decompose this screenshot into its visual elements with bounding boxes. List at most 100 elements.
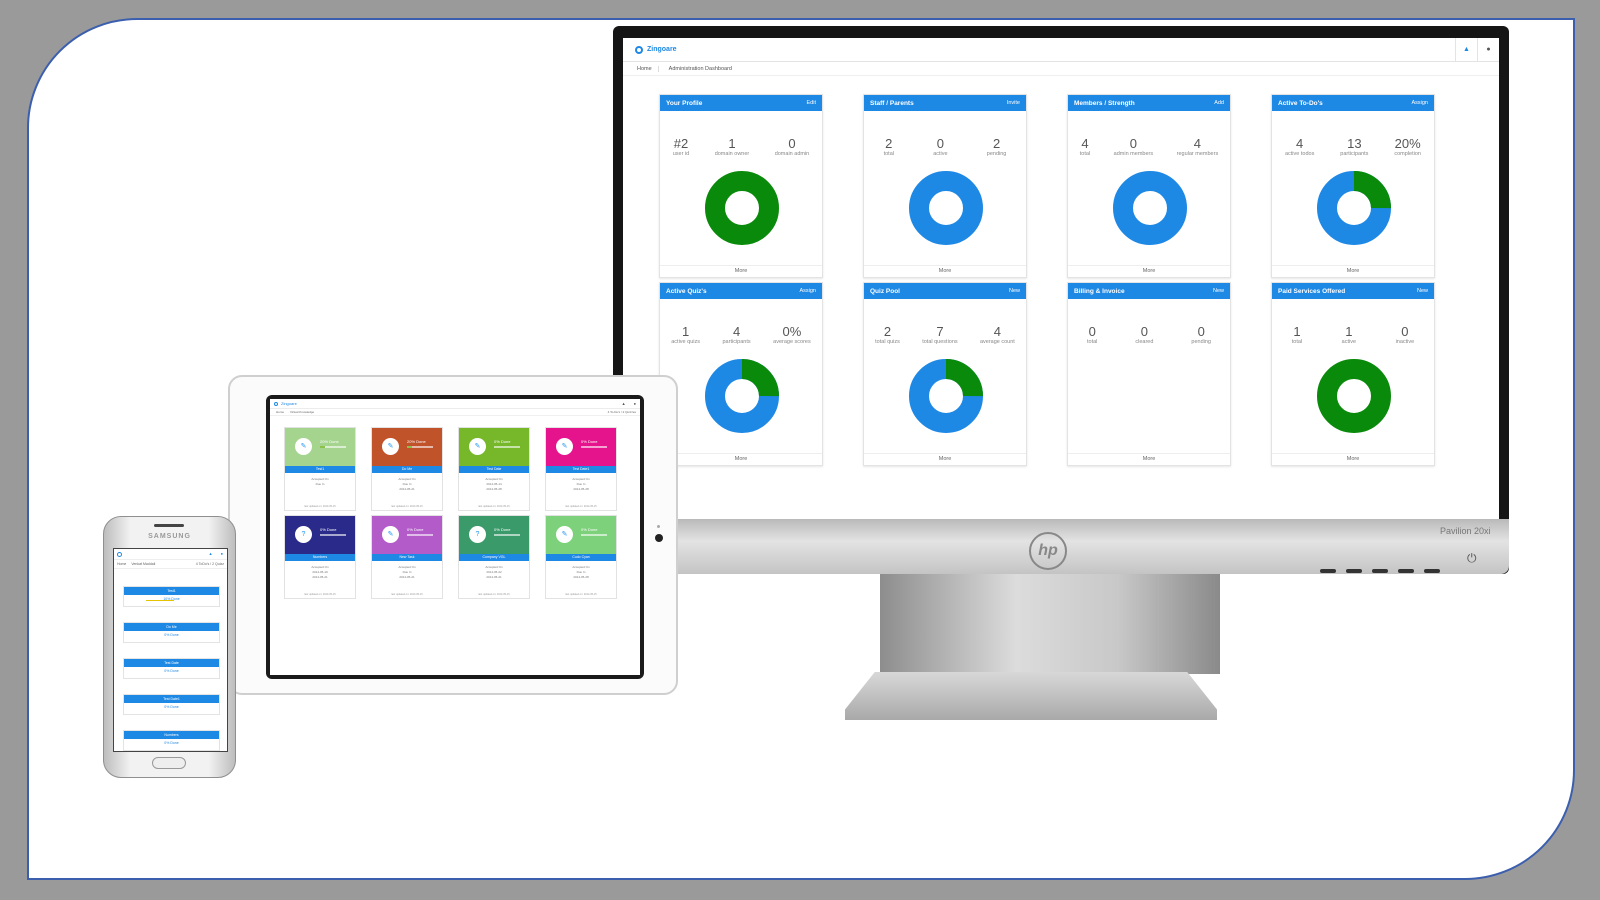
todo-progress-text: 0% Done xyxy=(164,705,179,709)
todo-name[interactable]: Test Date xyxy=(124,659,219,667)
breadcrumb-home[interactable]: Home xyxy=(637,65,659,72)
todo-card-banner: ? 0% Done xyxy=(459,516,529,554)
todo-list-item[interactable]: Do Me 0% Done xyxy=(123,622,220,643)
stat: 0 cleared xyxy=(1135,325,1153,346)
card-more-link[interactable]: More xyxy=(864,453,1026,462)
stat-value: 20% xyxy=(1394,136,1421,151)
stat-value: 0 xyxy=(788,136,796,151)
todo-card-banner: ✎ 20% Done xyxy=(372,428,442,466)
breadcrumb-home[interactable]: Home xyxy=(117,562,126,566)
stat-label: active xyxy=(933,151,948,157)
todo-card-banner: ✎ 0% Done xyxy=(546,516,616,554)
todo-list-item[interactable]: Test110% Done xyxy=(123,586,220,607)
monitor-button[interactable] xyxy=(1320,569,1336,573)
todo-card[interactable]: ✎ 20% Done Do Me Accepted On Due In 2014-05-2… xyxy=(371,427,443,511)
stat-value: 0% xyxy=(782,324,802,339)
app-logo-icon xyxy=(274,401,278,406)
stat-value: 7 xyxy=(936,324,944,339)
todo-name[interactable]: Test Date xyxy=(459,466,529,473)
todo-name[interactable]: Numbers xyxy=(285,554,355,561)
todo-card[interactable]: ? 0% Done Company VGL Accepted On 2014-05-22… xyxy=(458,515,530,599)
card-more-link[interactable]: More xyxy=(1068,453,1230,462)
tablet-home-button[interactable] xyxy=(655,534,663,542)
stat-label: user id xyxy=(672,151,690,157)
todo-name[interactable]: Test Date1 xyxy=(124,695,219,703)
todo-list-item[interactable]: Test Date 0% Done xyxy=(123,658,220,679)
todo-name[interactable]: Do Me xyxy=(372,466,442,473)
monitor-button[interactable] xyxy=(1372,569,1388,573)
card-action-button[interactable]: Assign xyxy=(799,288,816,294)
todo-details: Accepted On Due In xyxy=(285,473,355,487)
stat-label: total quizs xyxy=(875,339,900,345)
notification-bell-icon[interactable]: ▲ xyxy=(622,401,626,406)
todo-name[interactable]: Test1 xyxy=(124,587,219,595)
monitor-button[interactable] xyxy=(1346,569,1362,573)
phone-app-header: ▲ ● xyxy=(114,549,227,560)
todo-progress-text: 20% Done xyxy=(320,439,339,444)
notification-bell-icon[interactable]: ▲ xyxy=(1455,38,1477,62)
last-updated: last updated on: 2014-05-15 xyxy=(478,593,510,596)
card-more-link[interactable]: More xyxy=(1272,453,1434,462)
due-date: 2014-05-28 xyxy=(573,487,589,491)
todo-list-item[interactable]: Test Date1 0% Done xyxy=(123,694,220,715)
user-icon[interactable]: ● xyxy=(1477,38,1499,62)
donut-chart xyxy=(909,359,983,433)
card-action-button[interactable]: Invite xyxy=(1007,100,1020,106)
power-icon[interactable]: ⏻ xyxy=(1467,551,1477,566)
app-header: Zingoare ▲ ● xyxy=(623,38,1499,62)
stat: #2 user id xyxy=(672,137,690,158)
dashboard-card: Active Quiz's Assign 1 active quizs 4 partici… xyxy=(659,282,823,466)
todo-progress-text: 20% Done xyxy=(407,439,426,444)
card-more-link[interactable]: More xyxy=(864,265,1026,274)
monitor-button[interactable] xyxy=(1398,569,1414,573)
todo-card[interactable]: ? 0% Done Numbers Accepted On 2014-05-19 2014… xyxy=(284,515,356,599)
tablet-breadcrumb: Home Virtual Knowledge 4 To-Do's / 2 Qui… xyxy=(270,409,640,416)
todo-name[interactable]: Cudo Cyan xyxy=(546,554,616,561)
todo-card[interactable]: ✎ 0% Done Cudo Cyan Accepted On Due In 2014-0… xyxy=(545,515,617,599)
card-header: Your Profile Edit xyxy=(660,95,822,111)
todo-progress-text: 0% Done xyxy=(164,633,179,637)
todo-card[interactable]: ✎ 0% Done New Task Accepted On Due In 2014-05… xyxy=(371,515,443,599)
card-more-link[interactable]: More xyxy=(660,265,822,274)
card-more-link[interactable]: More xyxy=(660,453,822,462)
stat: 2 pending xyxy=(987,137,1007,158)
todo-name[interactable]: Numbers xyxy=(124,731,219,739)
stat-value: 0 xyxy=(1401,324,1409,339)
todo-card[interactable]: ✎ 0% Done Test Date1 Accepted On Due In 2014-… xyxy=(545,427,617,511)
stat: 2 total quizs xyxy=(875,325,900,346)
breadcrumb-home[interactable]: Home xyxy=(276,410,284,414)
card-more-link[interactable]: More xyxy=(1068,265,1230,274)
stat-label: completion xyxy=(1394,151,1421,157)
card-action-button[interactable]: Add xyxy=(1214,100,1224,106)
todo-name[interactable]: Company VGL xyxy=(459,554,529,561)
card-action-button[interactable]: New xyxy=(1417,288,1428,294)
card-more-link[interactable]: More xyxy=(1272,265,1434,274)
user-icon[interactable]: ● xyxy=(221,551,223,556)
tablet-app-title[interactable]: Zingoare xyxy=(281,401,297,406)
monitor-button[interactable] xyxy=(1424,569,1440,573)
card-title: Active Quiz's xyxy=(666,287,707,295)
notification-bell-icon[interactable]: ▲ xyxy=(209,551,213,556)
phone-home-button[interactable] xyxy=(152,757,186,769)
card-stats: 2 total quizs 7 total questions 4 average cou… xyxy=(864,324,1026,346)
user-icon[interactable]: ● xyxy=(634,401,636,406)
app-title[interactable]: Zingoare xyxy=(647,46,677,53)
donut-segment-main xyxy=(1317,359,1391,433)
stat: 4 participants xyxy=(723,325,751,346)
card-action-button[interactable]: New xyxy=(1009,288,1020,294)
todo-type-icon: ? xyxy=(295,526,312,543)
todo-card[interactable]: ✎ 20% Done Test1 Accepted On Due In last upda… xyxy=(284,427,356,511)
todo-name[interactable]: New Task xyxy=(372,554,442,561)
todo-list-item[interactable]: Numbers 0% Done xyxy=(123,730,220,751)
card-action-button[interactable]: New xyxy=(1213,288,1224,294)
todo-details: Accepted On Due In 2014-05-28 xyxy=(546,561,616,580)
todo-name[interactable]: Test Date1 xyxy=(546,466,616,473)
donut-chart xyxy=(705,359,779,433)
todo-progress-bar xyxy=(320,446,346,448)
last-updated: last updated on: 2014-05-15 xyxy=(565,505,597,508)
todo-name[interactable]: Test1 xyxy=(285,466,355,473)
card-action-button[interactable]: Edit xyxy=(807,100,816,106)
todo-card[interactable]: ✎ 0% Done Test Date Accepted On 2014-05-14 20… xyxy=(458,427,530,511)
card-action-button[interactable]: Assign xyxy=(1411,100,1428,106)
todo-name[interactable]: Do Me xyxy=(124,623,219,631)
